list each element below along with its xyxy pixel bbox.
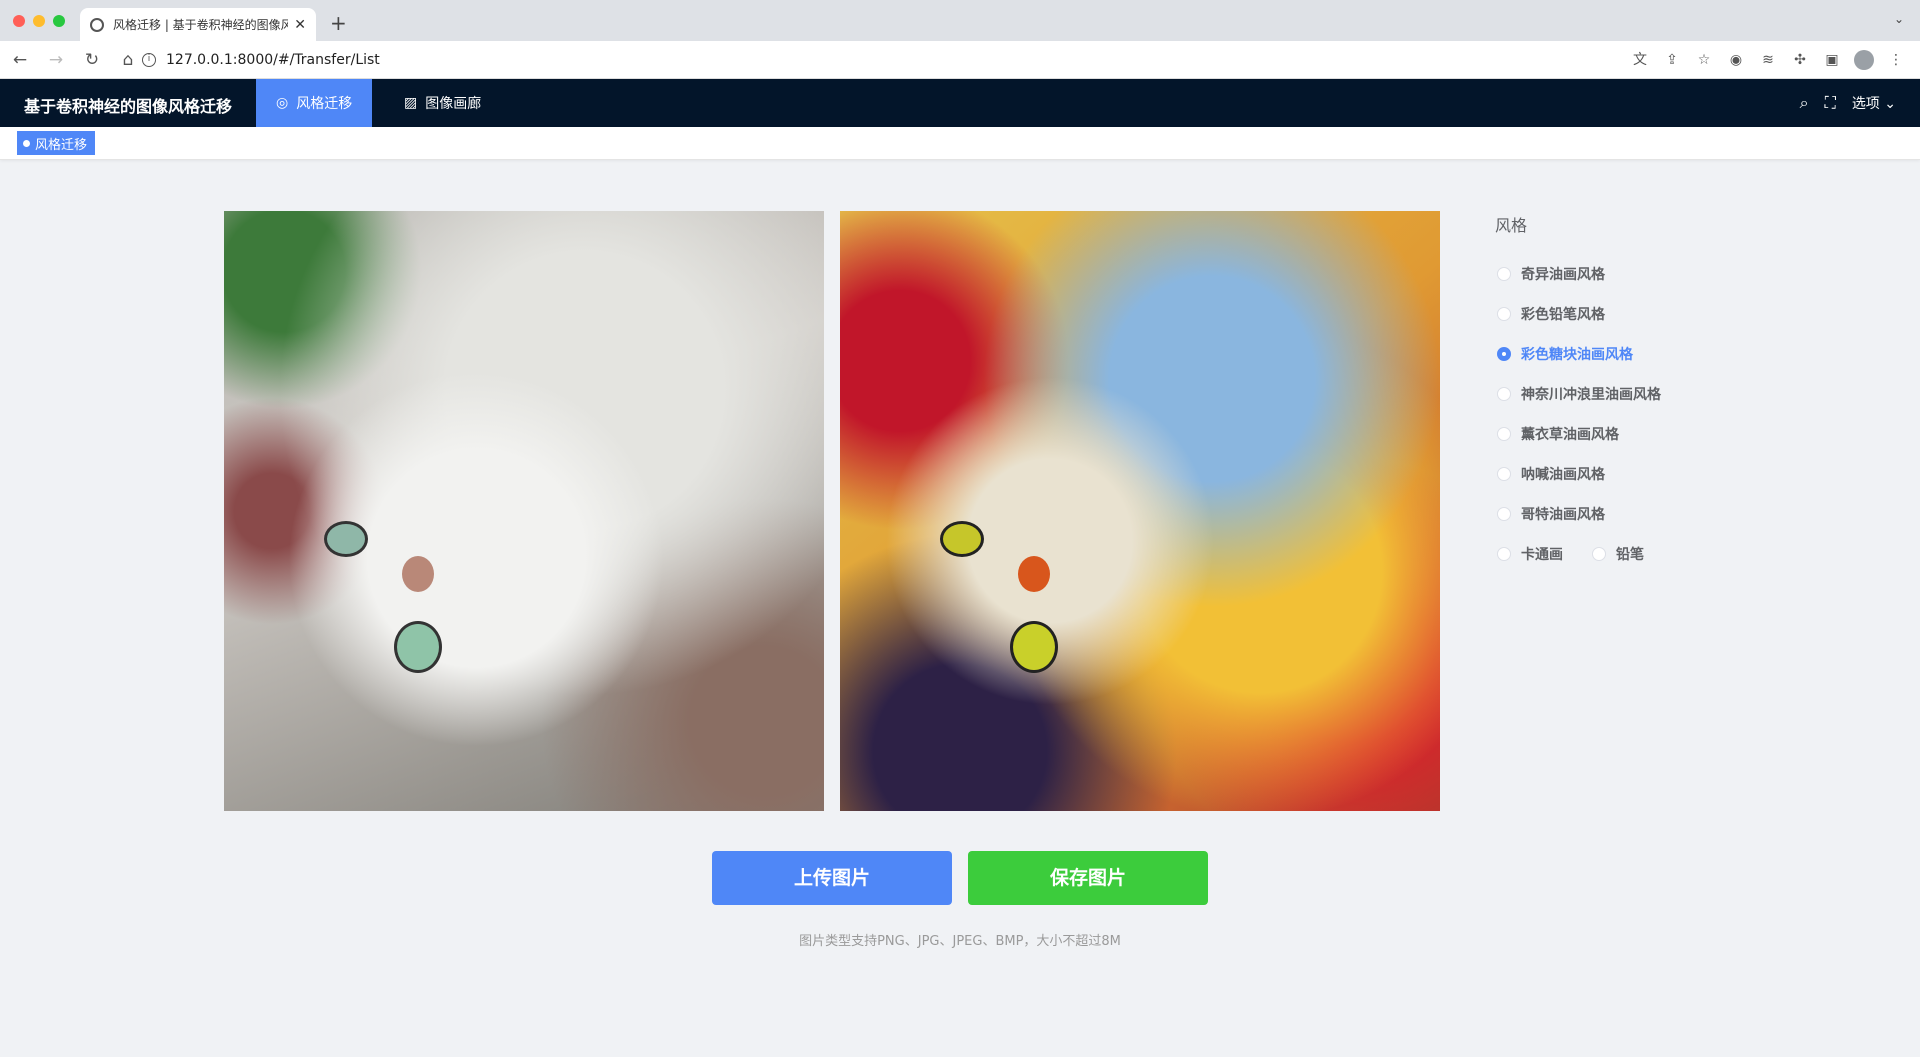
window-close-button[interactable] [13,15,25,27]
radio-label: 哥特油画风格 [1521,507,1605,523]
upload-hint: 图片类型支持PNG、JPG、JPEG、BMP，大小不超过8M [799,934,1121,949]
forward-icon[interactable]: → [40,50,72,70]
tab-title: 风格迁移 | 基于卷积神经的图像风格迁移 [113,18,289,32]
sidepanel-icon[interactable]: ▣ [1822,50,1842,70]
nav-style-transfer[interactable]: ◎ 风格迁移 [256,79,373,127]
close-icon[interactable]: ✕ [294,17,306,33]
radio-circle [1592,547,1606,561]
style-radio[interactable]: 卡通画 [1497,544,1563,564]
original-image [224,211,824,811]
radio-circle [1497,347,1511,361]
browser-toolbar: ← → ↻ ⌂ i 127.0.0.1:8000/#/Transfer/List… [0,41,1920,79]
browser-tabbar: 风格迁移 | 基于卷积神经的图像风格迁移 ✕ + ⌄ [0,0,1920,41]
radio-label: 彩色糖块油画风格 [1521,347,1633,363]
style-radio[interactable]: 铅笔 [1592,544,1644,564]
cat-nose [1018,556,1050,592]
nav-label: 风格迁移 [296,96,353,112]
window-maximize-button[interactable] [53,15,65,27]
style-radio[interactable]: 神奈川冲浪里油画风格 [1497,384,1661,404]
radio-circle [1497,387,1511,401]
style-radio[interactable]: 呐喊油画风格 [1497,464,1605,484]
header-actions: ⌕ ⛶ 选项 ⌄ [1800,93,1896,113]
extension-icon[interactable]: ◉ [1726,50,1746,70]
chevron-down-icon: ⌄ [1884,96,1896,112]
info-icon[interactable]: i [142,53,156,67]
tag-label: 风格迁移 [35,137,88,153]
options-dropdown[interactable]: 选项 ⌄ [1852,93,1896,113]
radio-label: 薰衣草油画风格 [1521,427,1619,443]
puzzle-icon[interactable]: ✣ [1790,50,1810,70]
style-radio[interactable]: 哥特油画风格 [1497,504,1605,524]
radio-circle [1497,467,1511,481]
tag-dot [23,139,30,147]
radio-label: 呐喊油画风格 [1521,467,1605,483]
new-tab-icon[interactable]: + [330,11,347,35]
address-bar[interactable]: i 127.0.0.1:8000/#/Transfer/List [142,47,1742,73]
radio-circle [1497,547,1511,561]
reload-icon[interactable]: ↻ [76,50,108,70]
extension-icon[interactable]: ≋ [1758,50,1778,70]
nav-image-gallery[interactable]: ▨ 图像画廊 [384,79,501,127]
app-header: 基于卷积神经的图像风格迁移 ◎ 风格迁移 ▨ 图像画廊 ⌕ ⛶ 选项 ⌄ [0,79,1920,127]
style-radio[interactable]: 彩色糖块油画风格 [1497,344,1633,364]
upload-button[interactable]: 上传图片 [712,851,952,905]
radio-label: 卡通画 [1521,547,1563,563]
cat-eye [1010,621,1058,673]
radio-label: 神奈川冲浪里油画风格 [1521,387,1661,403]
profile-avatar[interactable] [1854,50,1874,70]
style-icon: ◎ [276,95,289,111]
browser-tab[interactable]: 风格迁移 | 基于卷积神经的图像风格迁移 ✕ [80,8,316,41]
radio-circle [1497,427,1511,441]
style-label: 风格 [1495,216,1528,235]
nav-label: 图像画廊 [425,96,482,112]
cat-eye [940,521,984,557]
window-minimize-button[interactable] [33,15,45,27]
radio-label: 奇异油画风格 [1521,267,1605,283]
radio-circle [1497,267,1511,281]
style-radio[interactable]: 薰衣草油画风格 [1497,424,1619,444]
tag-style-transfer[interactable]: 风格迁移 [17,131,96,155]
chevron-down-icon[interactable]: ⌄ [1894,12,1904,26]
url-text: 127.0.0.1:8000/#/Transfer/List [166,52,380,68]
radio-label: 彩色铅笔风格 [1521,307,1605,323]
bookmark-star-icon[interactable]: ☆ [1694,50,1714,70]
tags-view: 风格迁移 [0,127,1920,160]
options-label: 选项 [1851,96,1880,112]
search-icon[interactable]: ⌕ [1800,93,1809,113]
image-icon: ▨ [404,95,418,111]
stylized-image [840,211,1440,811]
globe-icon [90,17,104,32]
home-icon[interactable]: ⌂ [112,50,144,70]
style-radio[interactable]: 彩色铅笔风格 [1497,304,1605,324]
style-radio[interactable]: 奇异油画风格 [1497,264,1605,284]
more-menu-icon[interactable]: ⋮ [1886,50,1906,70]
save-button[interactable]: 保存图片 [968,851,1208,905]
cat-eye [324,521,368,557]
radio-label: 铅笔 [1616,547,1644,563]
toolbar-icons: 文 ⇪ ☆ ◉ ≋ ✣ ▣ ⋮ [1630,50,1906,70]
cat-eye [394,621,442,673]
translate-icon[interactable]: 文 [1630,50,1650,70]
cat-nose [402,556,434,592]
back-icon[interactable]: ← [4,50,36,70]
radio-circle [1497,507,1511,521]
app-title: 基于卷积神经的图像风格迁移 [24,97,233,116]
share-icon[interactable]: ⇪ [1662,50,1682,70]
fullscreen-icon[interactable]: ⛶ [1825,93,1836,113]
radio-circle [1497,307,1511,321]
